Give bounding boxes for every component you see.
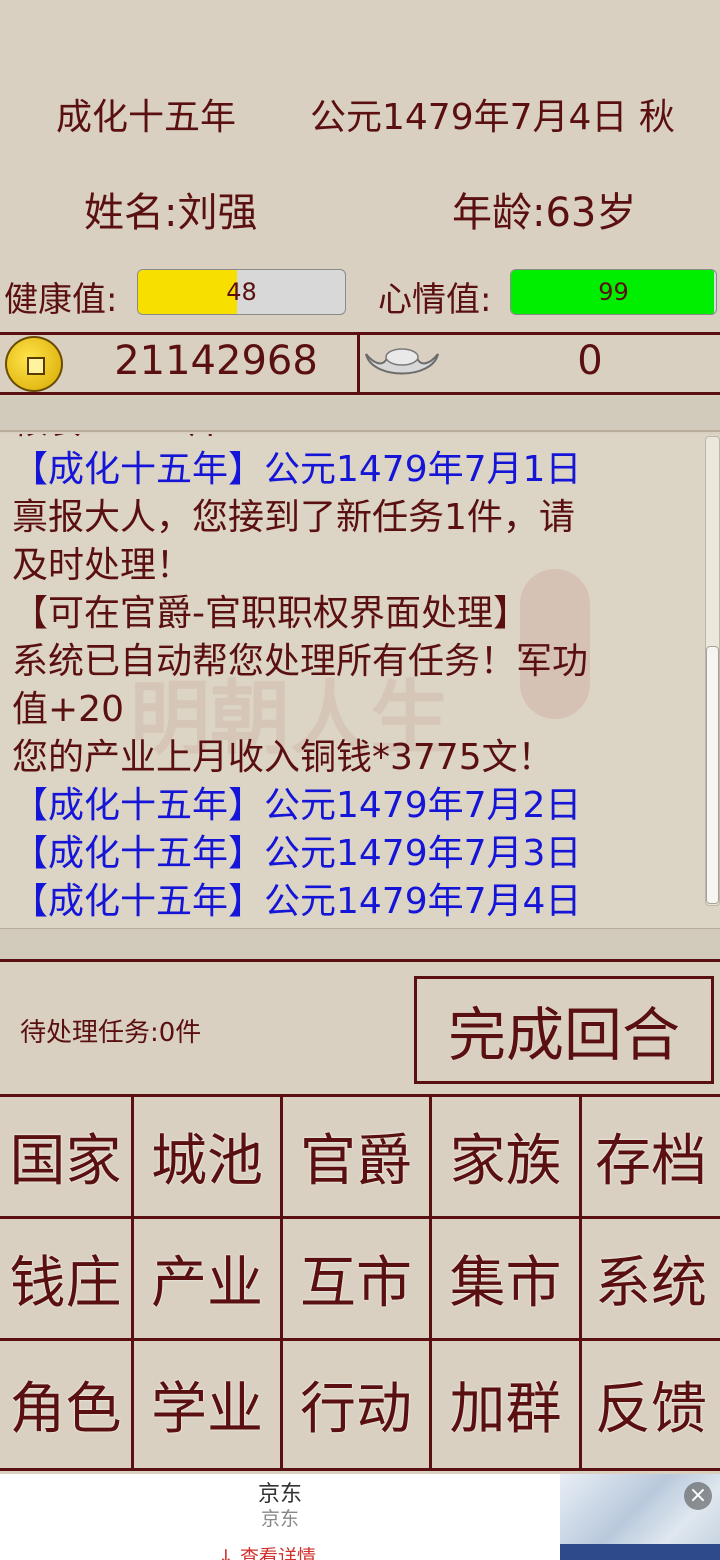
health-value: 48 [226,278,257,306]
menu-save[interactable]: 存档 [582,1097,720,1219]
log-line: 【可在官爵-官职职权界面处理】 [12,593,529,634]
log-line: 【成化十五年】公元1479年7月1日 [12,449,582,490]
ad-image-band [560,1544,720,1560]
character-age: 年龄:63岁 [452,190,637,236]
log-line: 您的产业上月收入铜钱*3775文！ [12,737,554,778]
health-bar: 48 [137,269,346,315]
menu-family[interactable]: 家族 [432,1097,582,1219]
log-line: 系统已自动帮您处理所有任务！军功 [12,641,589,682]
menu-system[interactable]: 系统 [582,1219,720,1341]
menu-property[interactable]: 产业 [134,1219,283,1341]
log-line: 值+20 [12,689,124,730]
menu-city[interactable]: 城池 [134,1097,283,1219]
log-scroll-thumb[interactable] [706,646,719,904]
ad-detail-link[interactable]: ↓ 查看详情 [218,1542,316,1560]
mood-bar: 99 [510,269,717,315]
event-log[interactable]: 明朝人生 粮食:9832斤【成化十五年】公元1479年7月1日禀报大人，您接到了… [0,434,720,928]
close-icon[interactable]: × [684,1482,712,1510]
mood-label: 心情值: [378,280,492,320]
log-line: 【成化十五年】公元1479年7月4日 [12,881,582,922]
character-name: 姓名:刘强 [84,190,258,236]
log-line: 禀报大人，您接到了新任务1件，请 [12,497,575,538]
separator-strip [0,396,720,432]
menu-study[interactable]: 学业 [134,1341,283,1471]
log-lines: 粮食:9832斤【成化十五年】公元1479年7月1日禀报大人，您接到了新任务1件… [12,434,692,926]
log-line: 及时处理！ [12,545,193,586]
finish-turn-button[interactable]: 完成回合 [414,976,714,1084]
menu-character[interactable]: 角色 [0,1341,134,1471]
ad-subtitle: 京东 [260,1508,299,1530]
menu-feedback[interactable]: 反馈 [582,1341,720,1471]
log-line: 【成化十五年】公元1479年7月3日 [12,833,582,874]
health-label: 健康值: [4,280,118,320]
menu-country[interactable]: 国家 [0,1097,134,1219]
copper-coin-icon [5,336,63,392]
silver-ingot-icon [365,348,439,375]
log-line: 【成化十五年】公元1479年7月2日 [12,785,582,826]
copper-value: 21142968 [114,338,318,384]
mood-value: 99 [598,278,629,306]
silver-value: 0 [577,338,603,384]
ad-date: 公元1479年7月4日 秋 [310,97,675,138]
menu-action[interactable]: 行动 [283,1341,432,1471]
menu-office[interactable]: 官爵 [283,1097,432,1219]
ad-banner[interactable]: 京东 京东 ↓ 查看详情 × [0,1474,720,1560]
menu-join-group[interactable]: 加群 [432,1341,582,1471]
menu-trade[interactable]: 互市 [283,1219,432,1341]
log-line: 粮食:9832斤 [12,434,692,446]
separator-strip-2 [0,928,720,962]
menu-market[interactable]: 集市 [432,1219,582,1341]
era-date: 成化十五年 [56,97,237,138]
pending-tasks: 待处理任务:0件 [20,1018,202,1048]
menu-grid: 国家 城池 官爵 家族 存档 钱庄 产业 互市 集市 系统 角色 学业 行动 加… [0,1094,720,1471]
menu-bank[interactable]: 钱庄 [0,1219,134,1341]
